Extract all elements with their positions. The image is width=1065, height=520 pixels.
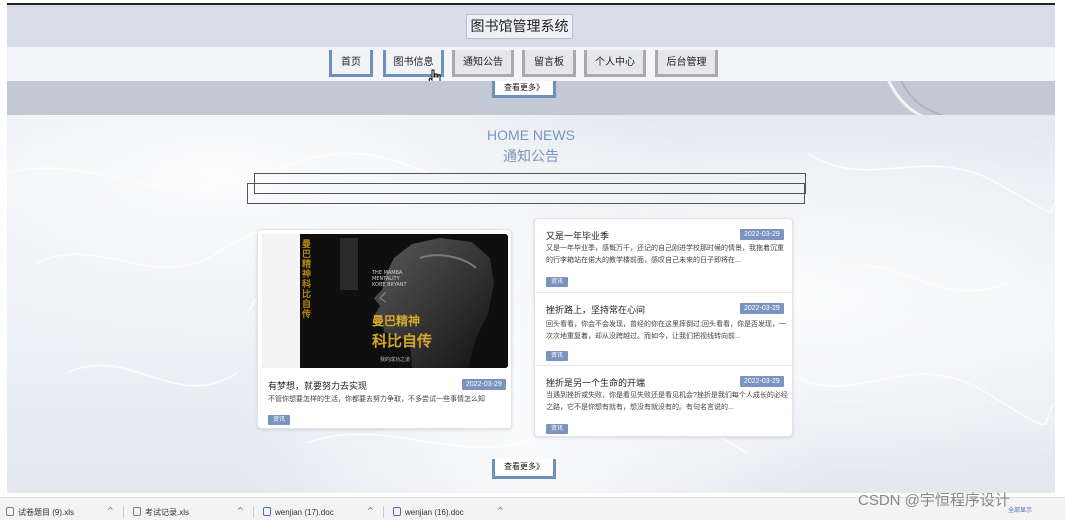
title-bar: 图书馆管理系统	[7, 5, 1055, 47]
show-all-link[interactable]: 全部显示	[1008, 505, 1032, 514]
news-excerpt: 回头看看，你会不会发现，曾经的你在这里摔倒过;回头看看，你是否发现，一次次地重复…	[546, 321, 786, 340]
word-file-icon	[263, 507, 271, 516]
main-nav: 首页 图书信息 通知公告 留言板 个人中心 后台管理	[7, 47, 1055, 81]
list-item[interactable]: 挫折路上，坚持常在心间 2022-03-29 回头看看，你会不会发现，曾经的你在…	[535, 292, 794, 365]
list-item[interactable]: 又是一年毕业季 2022-03-29 又是一年毕业季，感慨万千，还记的自己刚进学…	[535, 219, 794, 292]
cover-subtitle: 科比自传	[372, 332, 433, 350]
news-date-badge: 2022-03-29	[462, 379, 506, 390]
cover-footer-text: 我的成功之道	[380, 357, 411, 363]
excel-file-icon	[6, 507, 14, 516]
nav-item-admin[interactable]: 后台管理	[655, 50, 718, 77]
book-cover-image: 曼巴精神 科比自传 THE MAMBA MENTALITY KOBE BRYAN…	[262, 234, 508, 368]
news-excerpt: 又是一年毕业季，感慨万千，还记的自己刚进学校那时候的情景，我拖着沉重的行李箱站在…	[546, 245, 784, 264]
banner-more-button[interactable]: 查看更多》	[492, 81, 556, 98]
excel-file-icon	[133, 507, 141, 516]
background-water-pattern	[7, 152, 1055, 454]
cover-spine-text: 曼巴精神 科比自传	[302, 240, 312, 320]
divider	[383, 506, 384, 518]
cover-english-title: THE MAMBA MENTALITY KOBE BRYANT	[372, 270, 407, 288]
news-title[interactable]: 挫折是另一个生命的开端	[546, 376, 645, 389]
news-tag[interactable]: 资讯	[546, 424, 569, 434]
view-more-button[interactable]: 查看更多》	[492, 459, 556, 479]
section-title-cn: 通知公告	[503, 148, 559, 164]
download-item[interactable]: 考试记录.xls	[133, 506, 189, 520]
banner-decoration	[887, 81, 946, 115]
nav-item-notices[interactable]: 通知公告	[452, 50, 514, 77]
download-filename: wenjian (16).doc	[405, 508, 464, 517]
download-filename: wenjian (17).doc	[275, 508, 334, 517]
nav-item-message-board[interactable]: 留言板	[522, 50, 576, 77]
divider	[253, 506, 254, 518]
download-filename: 考试记录.xls	[145, 508, 189, 517]
download-item[interactable]: wenjian (16).doc	[393, 506, 464, 520]
news-list-card: 又是一年毕业季 2022-03-29 又是一年毕业季，感慨万千，还记的自己刚进学…	[534, 218, 794, 438]
empty-placeholder-box	[247, 183, 805, 204]
download-filename: 试卷题目 (9).xls	[18, 508, 74, 517]
chevron-up-icon[interactable]: ^	[107, 506, 114, 515]
featured-news-card[interactable]: 曼巴精神 科比自传 THE MAMBA MENTALITY KOBE BRYAN…	[257, 229, 512, 429]
site-title: 图书馆管理系统	[466, 14, 573, 39]
divider	[123, 506, 124, 518]
chevron-up-icon[interactable]: ^	[497, 506, 504, 515]
chevron-up-icon[interactable]: ^	[237, 506, 244, 515]
nav-item-home[interactable]: 首页	[329, 50, 373, 77]
news-date-badge: 2022-03-29	[740, 229, 784, 240]
news-excerpt: 当遇到挫折或失败，你是看见失败还是看见机会?挫折是我们每个人成长的必经之路，它不…	[546, 392, 788, 411]
news-title[interactable]: 又是一年毕业季	[546, 229, 609, 242]
news-tag[interactable]: 资讯	[546, 351, 569, 361]
nav-item-personal-center[interactable]: 个人中心	[584, 50, 646, 77]
cover-title: 曼巴精神	[372, 314, 421, 328]
download-item[interactable]: 试卷题目 (9).xls	[6, 506, 74, 520]
browser-page: 图书馆管理系统 首页 图书信息 通知公告 留言板 个人中心 后台管理 查看更多》…	[7, 3, 1055, 493]
word-file-icon	[393, 507, 401, 516]
section-title-en: HOME NEWS	[487, 127, 575, 143]
download-item[interactable]: wenjian (17).doc	[263, 506, 334, 520]
chevron-up-icon[interactable]: ^	[367, 506, 374, 515]
news-date-badge: 2022-03-29	[740, 376, 784, 387]
banner-strip: 查看更多》	[7, 81, 1055, 115]
watermark: CSDN @宇恒程序设计	[858, 492, 1010, 509]
list-item[interactable]: 挫折是另一个生命的开端 2022-03-29 当遇到挫折或失败，你是看见失败还是…	[535, 365, 794, 438]
news-title[interactable]: 挫折路上，坚持常在心间	[546, 303, 645, 316]
news-tag[interactable]: 资讯	[546, 277, 569, 287]
news-date-badge: 2022-03-29	[740, 303, 784, 314]
news-tag[interactable]: 资讯	[268, 415, 291, 425]
news-excerpt: 不管你想要怎样的生活，你都要去努力争取，不多尝试一些事情怎么知	[268, 396, 485, 403]
news-title[interactable]: 有梦想，就要努力去实现	[268, 379, 367, 392]
